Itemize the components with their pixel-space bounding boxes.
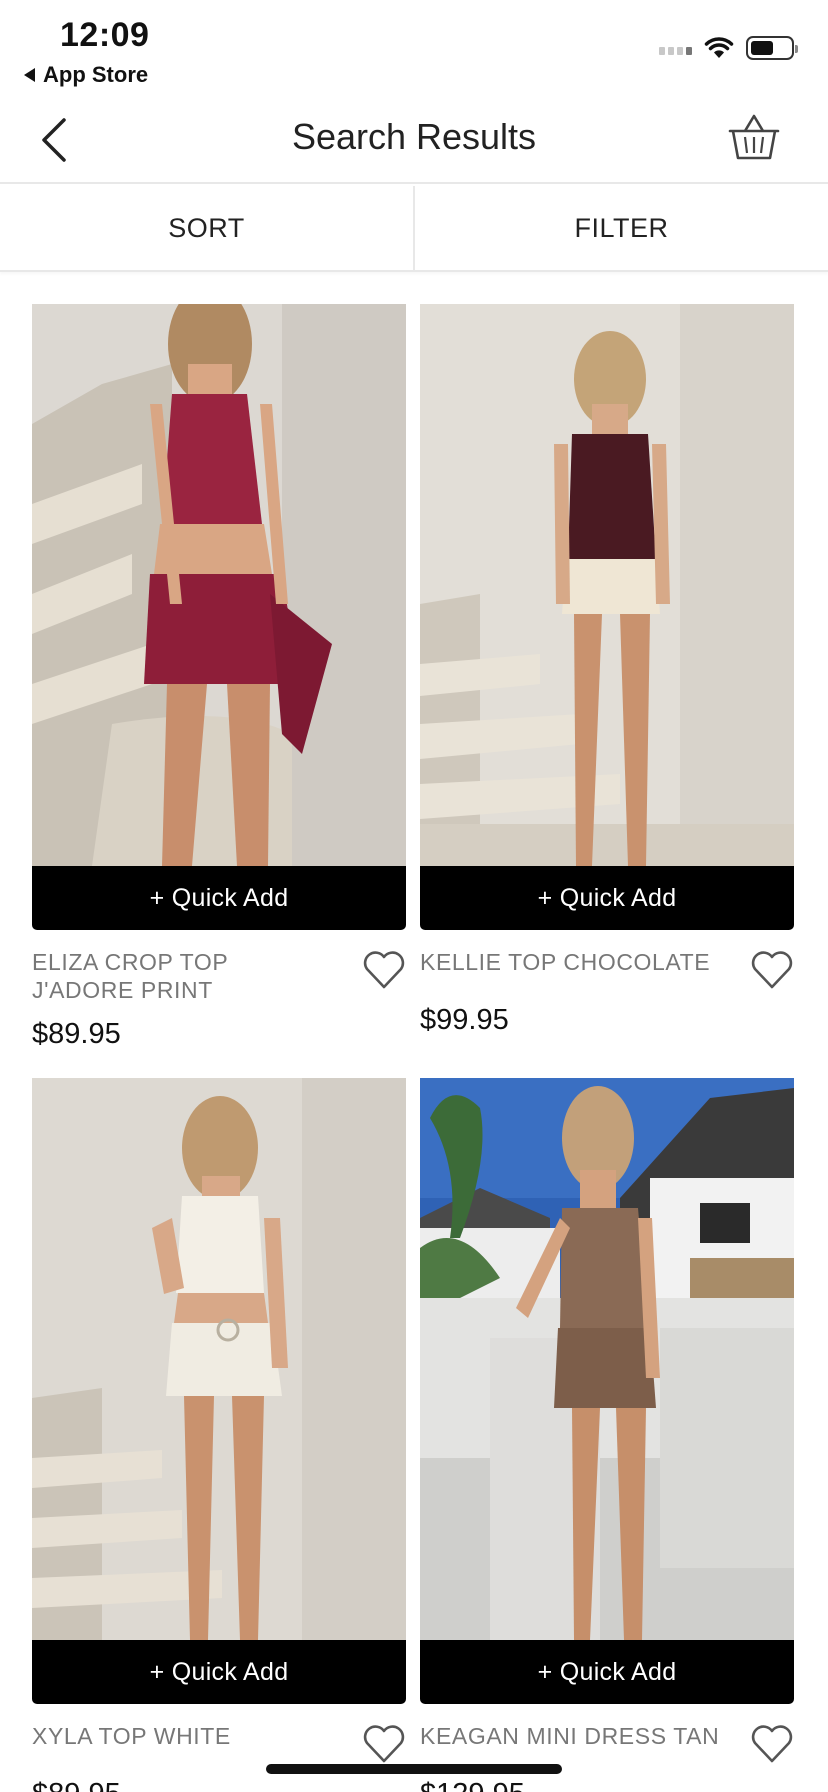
product-info: KEAGAN MINI DRESS TAN $129.95 <box>420 1704 794 1792</box>
status-icons <box>659 36 798 60</box>
product-name[interactable]: XYLA TOP WHITE <box>32 1722 332 1750</box>
status-bar: 12:09 App Store <box>0 0 828 96</box>
battery-icon <box>746 36 798 60</box>
product-info: XYLA TOP WHITE $89.95 <box>32 1704 406 1792</box>
search-results-screen: 12:09 App Store Search Results SORT FILT… <box>0 0 828 1792</box>
home-indicator[interactable] <box>266 1764 562 1774</box>
product-image[interactable] <box>420 304 794 866</box>
product-card[interactable]: + Quick Add XYLA TOP WHITE $89.95 <box>32 1078 406 1792</box>
wishlist-heart-icon[interactable] <box>362 1724 406 1764</box>
filter-button[interactable]: FILTER <box>413 186 828 270</box>
wishlist-heart-icon[interactable] <box>750 1724 794 1764</box>
sort-filter-bar: SORT FILTER <box>0 186 828 272</box>
product-image[interactable] <box>32 304 406 866</box>
basket-icon <box>728 114 780 160</box>
product-image[interactable] <box>32 1078 406 1640</box>
quick-add-button[interactable]: + Quick Add <box>420 866 794 930</box>
page-title: Search Results <box>291 116 537 157</box>
wishlist-heart-icon[interactable] <box>750 950 794 990</box>
product-price: $89.95 <box>32 1778 406 1792</box>
product-name[interactable]: KELLIE TOP CHOCOLATE <box>420 948 720 976</box>
product-info: KELLIE TOP CHOCOLATE $99.95 <box>420 930 794 1037</box>
back-triangle-icon <box>24 68 35 82</box>
product-image[interactable] <box>420 1078 794 1640</box>
product-card[interactable]: + Quick Add KELLIE TOP CHOCOLATE $99.95 <box>420 304 794 1078</box>
product-name[interactable]: ELIZA CROP TOP J'ADORE PRINT <box>32 948 332 1004</box>
quick-add-button[interactable]: + Quick Add <box>32 866 406 930</box>
product-price: $129.95 <box>420 1778 794 1792</box>
product-name[interactable]: KEAGAN MINI DRESS TAN <box>420 1722 720 1750</box>
back-to-app-store[interactable]: App Store <box>24 62 148 88</box>
cellular-signal-icon <box>659 41 692 55</box>
product-info: ELIZA CROP TOP J'ADORE PRINT $89.95 <box>32 930 406 1051</box>
status-time: 12:09 <box>60 16 150 54</box>
wifi-icon <box>704 37 734 58</box>
product-grid: + Quick Add ELIZA CROP TOP J'ADORE PRINT… <box>32 304 796 1792</box>
navigation-bar: Search Results <box>0 96 828 184</box>
product-price: $89.95 <box>32 1018 121 1050</box>
quick-add-button[interactable]: + Quick Add <box>32 1640 406 1704</box>
product-price: $99.95 <box>420 1004 509 1036</box>
back-to-app-label: App Store <box>43 62 149 87</box>
basket-button[interactable] <box>726 110 782 166</box>
product-card[interactable]: + Quick Add ELIZA CROP TOP J'ADORE PRINT… <box>32 304 406 1078</box>
wishlist-heart-icon[interactable] <box>362 950 406 990</box>
product-card[interactable]: + Quick Add KEAGAN MINI DRESS TAN $129.9… <box>420 1078 794 1792</box>
sort-button[interactable]: SORT <box>0 186 413 270</box>
quick-add-button[interactable]: + Quick Add <box>420 1640 794 1704</box>
